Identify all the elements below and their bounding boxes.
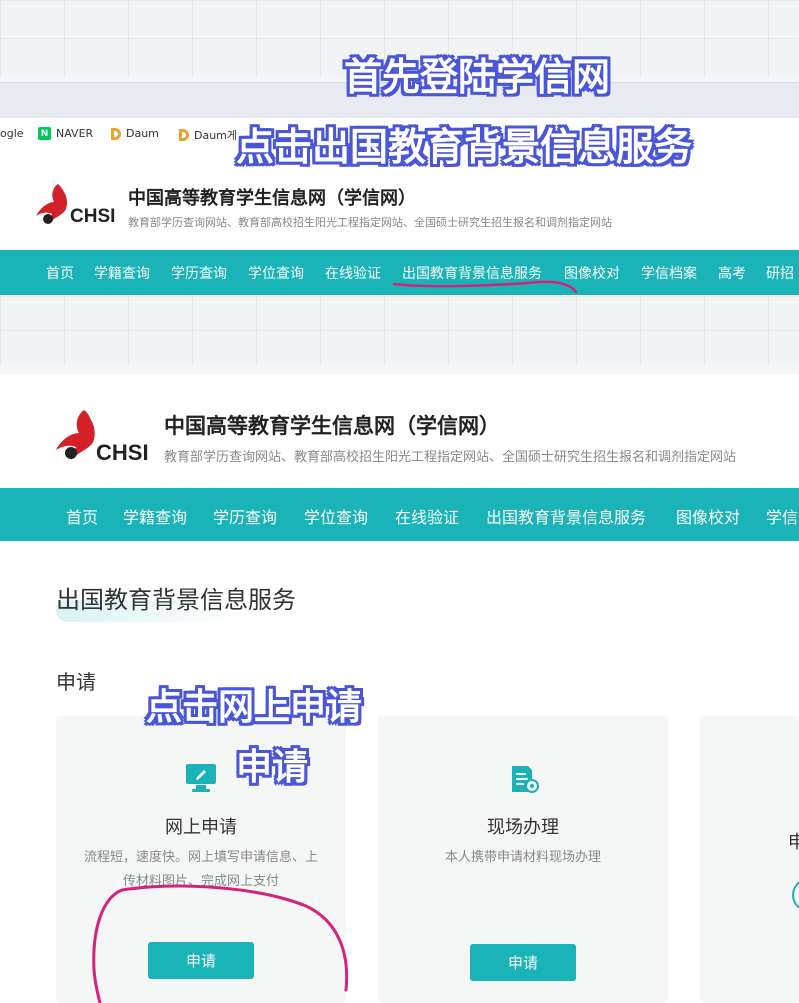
bookmark-daum[interactable]: Daum xyxy=(111,127,159,140)
card-title: 申 xyxy=(788,832,799,853)
nav-item-graduate[interactable]: 研招 xyxy=(766,263,794,283)
logo-text: CHSI xyxy=(70,206,116,227)
bookmark-label: Daum게 xyxy=(194,129,238,142)
onsite-apply-button[interactable]: 申请 xyxy=(470,944,576,981)
background-grid-2 xyxy=(0,296,799,364)
overlay-step2-text: 点击出国教育背景信息服务 xyxy=(236,125,693,169)
daum-icon xyxy=(111,127,121,140)
nav-item-image-proof[interactable]: 图像校对 xyxy=(676,504,740,528)
page-title: 出国教育背景信息服务 xyxy=(56,586,296,614)
bookmark-label: Daum xyxy=(126,127,159,140)
monitor-icon xyxy=(186,764,216,792)
card-title: 现场办理 xyxy=(487,817,559,838)
bookmark-google[interactable]: ogle xyxy=(0,127,24,140)
nav-item-gaokao[interactable]: 高考 xyxy=(718,263,746,283)
site-subtitle: 教育部学历查询网站、教育部高校招生阳光工程指定网站、全国硕士研究生招生报名和调剂… xyxy=(128,216,612,229)
bookmark-label: NAVER xyxy=(56,127,94,140)
nav-item-home[interactable]: 首页 xyxy=(46,263,74,283)
nav-item-enrollment[interactable]: 学籍查询 xyxy=(94,263,150,283)
chsi-logo[interactable]: CHSI xyxy=(34,182,122,232)
nav-item-degree-record[interactable]: 学历查询 xyxy=(171,263,227,283)
nav-item-home[interactable]: 首页 xyxy=(66,504,98,528)
partial-circle-icon xyxy=(792,878,799,912)
nav-item-overseas-service[interactable]: 出国教育背景信息服务 xyxy=(486,504,646,528)
logo-text: CHSI xyxy=(96,440,149,465)
overlay-step1-text: 首先登陆学信网 xyxy=(344,55,611,99)
document-location-icon xyxy=(512,766,539,793)
nav-item-archive[interactable]: 学信 xyxy=(766,504,798,528)
bookmark-label: ogle xyxy=(0,127,24,140)
overlay-step4-text: 申请 xyxy=(236,747,309,788)
bookmark-naver[interactable]: N NAVER xyxy=(38,127,93,140)
site-title: 中国高等教育学生信息网（学信网） xyxy=(164,414,500,438)
nav-item-degree[interactable]: 学位查询 xyxy=(248,263,304,283)
section-heading: 申请 xyxy=(56,670,96,694)
chsi-logo[interactable]: CHSI xyxy=(54,408,154,468)
nav-item-online-verify[interactable]: 在线验证 xyxy=(325,263,381,283)
card-description: 本人携带申请材料现场办理 xyxy=(444,850,601,865)
card-title: 网上申请 xyxy=(165,817,237,838)
third-card: 申 xyxy=(700,716,799,1003)
nav-item-online-verify[interactable]: 在线验证 xyxy=(395,504,459,528)
overlay-step3-text: 点击网上申请 xyxy=(146,687,363,728)
onsite-apply-card: 现场办理 本人携带申请材料现场办理 申请 xyxy=(378,716,668,1003)
nav-bar-2: 首页 学籍查询 学历查询 学位查询 在线验证 出国教育背景信息服务 图像校对 学… xyxy=(0,488,799,541)
bookmark-daum-2[interactable]: Daum게 xyxy=(179,127,237,143)
site-title: 中国高等教育学生信息网（学信网） xyxy=(128,188,416,209)
circle-annotation xyxy=(92,884,349,1003)
site-subtitle: 教育部学历查询网站、教育部高校招生阳光工程指定网站、全国硕士研究生招生报名和调剂… xyxy=(164,450,737,465)
nav-item-enrollment[interactable]: 学籍查询 xyxy=(123,504,187,528)
naver-icon: N xyxy=(38,127,51,140)
nav-item-degree[interactable]: 学位查询 xyxy=(304,504,368,528)
nav-item-degree-record[interactable]: 学历查询 xyxy=(213,504,277,528)
daum-icon xyxy=(179,129,189,141)
nav-item-archive[interactable]: 学信档案 xyxy=(641,263,697,283)
